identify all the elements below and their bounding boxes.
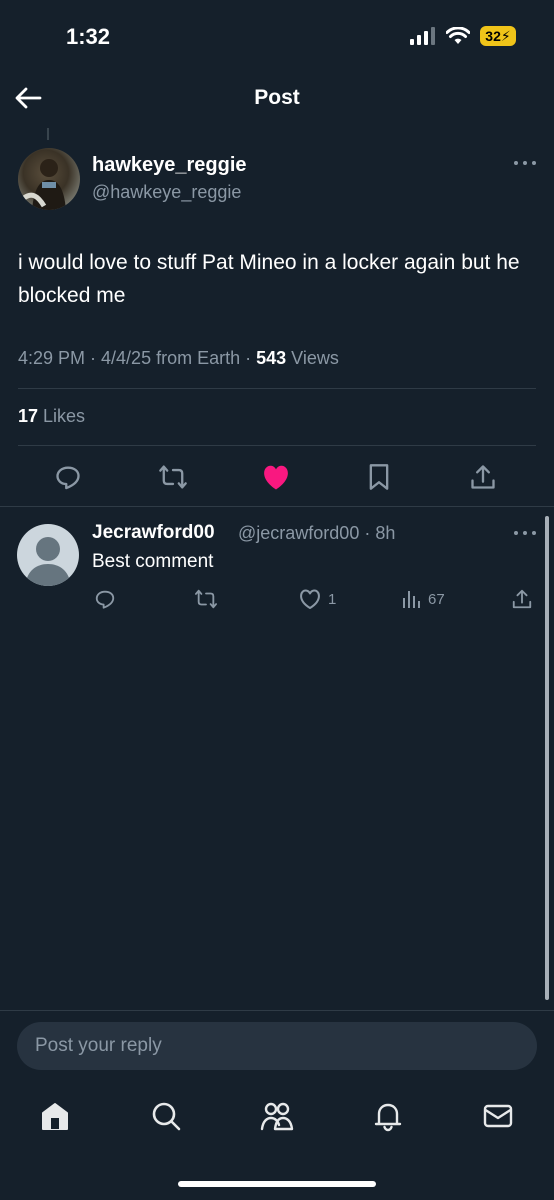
tab-home[interactable] [37,1098,73,1134]
bookmark-button[interactable] [364,462,394,492]
like-button[interactable] [261,462,291,492]
heart-filled-icon [264,465,288,490]
likes-count: 17 [18,406,39,426]
status-time: 1:32 [66,24,111,49]
reply-more-button[interactable] [514,531,536,537]
share-icon [471,465,495,489]
reply-icon [95,590,115,609]
divider [18,388,536,389]
post-more-button[interactable] [514,161,536,167]
status-icons: 32 ⚡ [410,26,516,46]
views-count: 543 [256,348,287,368]
wifi-icon [446,27,470,44]
tab-search[interactable] [148,1098,184,1134]
views-label: Views [286,348,339,368]
avatar-image [22,159,66,210]
likes-label: Likes [38,406,86,426]
battery-level: 32 [485,28,501,44]
reply-text: Best comment [92,551,214,572]
divider [0,1010,554,1011]
divider [18,445,536,446]
bookmark-icon [369,464,389,490]
reply-input[interactable]: Post your reply [17,1022,537,1070]
communities-icon [260,1102,294,1131]
reply-like-count: 1 [328,590,337,608]
search-icon [152,1102,181,1131]
tab-notifications[interactable] [370,1098,406,1134]
reply-repost-button[interactable] [194,588,218,610]
post-text: i would love to stuff Pat Mineo in a loc… [18,251,520,307]
repost-icon [195,589,217,609]
analytics-icon [403,591,420,608]
author-name[interactable]: hawkeye_reggie [92,154,247,177]
messages-icon [483,1104,513,1128]
reply-author-name[interactable]: Jecrawford00 [92,522,215,544]
default-avatar-icon [25,537,71,586]
divider [0,506,554,507]
repost-button[interactable] [158,462,188,492]
reply-share-button[interactable] [511,588,533,610]
reply-views-button[interactable]: 67 [402,588,445,610]
thread-connector [47,128,49,140]
tab-communities[interactable] [259,1098,295,1134]
post-timestamp: 4:29 PM · 4/4/25 from Earth · [18,348,257,368]
reply-icon [56,466,80,490]
reply-avatar[interactable] [17,524,79,586]
likes-row[interactable]: 17 Likes [18,406,85,427]
reply-view-count: 67 [428,590,445,608]
home-icon [42,1103,68,1130]
author-avatar[interactable] [18,148,80,210]
post-meta: 4:29 PM · 4/4/25 from Earth · 543 Views [18,348,339,369]
home-indicator[interactable] [178,1181,376,1187]
battery-icon: 32 ⚡ [480,26,516,46]
reply-author-handle[interactable]: @jecrawford00 · 8h [238,523,395,544]
author-handle[interactable]: @hawkeye_reggie [92,182,241,203]
scrollbar[interactable] [545,516,549,1000]
signal-icon [410,27,435,45]
reply-like-button[interactable]: 1 [298,588,336,610]
tab-messages[interactable] [480,1098,516,1134]
repost-icon [159,465,187,489]
reply-button[interactable] [53,462,83,492]
reply-reply-button[interactable] [94,588,116,610]
share-button[interactable] [468,462,498,492]
share-icon [512,589,532,609]
page-title: Post [254,86,300,109]
notifications-icon [374,1103,402,1132]
heart-icon [300,589,320,609]
